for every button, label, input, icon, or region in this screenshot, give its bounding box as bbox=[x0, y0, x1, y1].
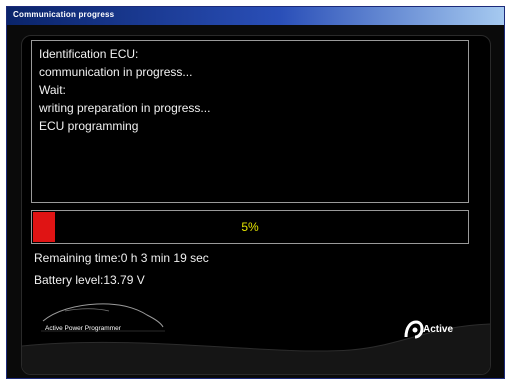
active-power-programmer-logo: Active Power Programmer bbox=[35, 299, 169, 339]
brand-text: Active bbox=[423, 324, 454, 335]
active-brand-logo: Active bbox=[403, 316, 473, 344]
progress-bar: 5% bbox=[31, 210, 469, 244]
message-line: Wait: bbox=[39, 83, 66, 97]
title-bar[interactable]: Communication progress bbox=[7, 7, 504, 25]
battery-level-text: Battery level:13.79 V bbox=[34, 273, 145, 287]
message-line: Identification ECU: bbox=[39, 47, 139, 61]
window-title: Communication progress bbox=[13, 10, 115, 19]
progress-percent: 5% bbox=[241, 220, 259, 234]
message-log: Identification ECU: communication in pro… bbox=[31, 40, 469, 203]
message-line: writing preparation in progress... bbox=[39, 101, 211, 115]
message-line: communication in progress... bbox=[39, 65, 193, 79]
communication-progress-window: Communication progress Identification EC… bbox=[6, 6, 505, 379]
car-logo-text: Active Power Programmer bbox=[45, 325, 122, 332]
message-line: ECU programming bbox=[39, 119, 139, 133]
active-swirl-icon bbox=[404, 320, 424, 339]
remaining-time-text: Remaining time:0 h 3 min 19 sec bbox=[34, 251, 209, 265]
